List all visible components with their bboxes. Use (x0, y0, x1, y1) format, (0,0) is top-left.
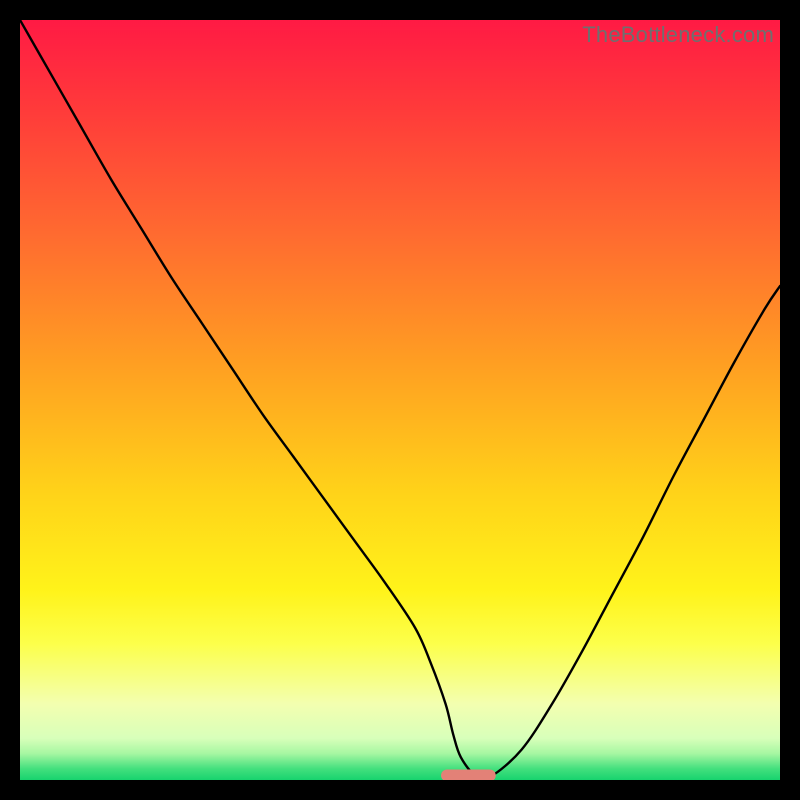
optimum-marker (441, 769, 496, 780)
chart-frame: TheBottleneck.com (20, 20, 780, 780)
plot-area: TheBottleneck.com (20, 20, 780, 780)
bottleneck-curve (20, 20, 780, 779)
curve-layer (20, 20, 780, 780)
watermark-text: TheBottleneck.com (582, 22, 774, 48)
